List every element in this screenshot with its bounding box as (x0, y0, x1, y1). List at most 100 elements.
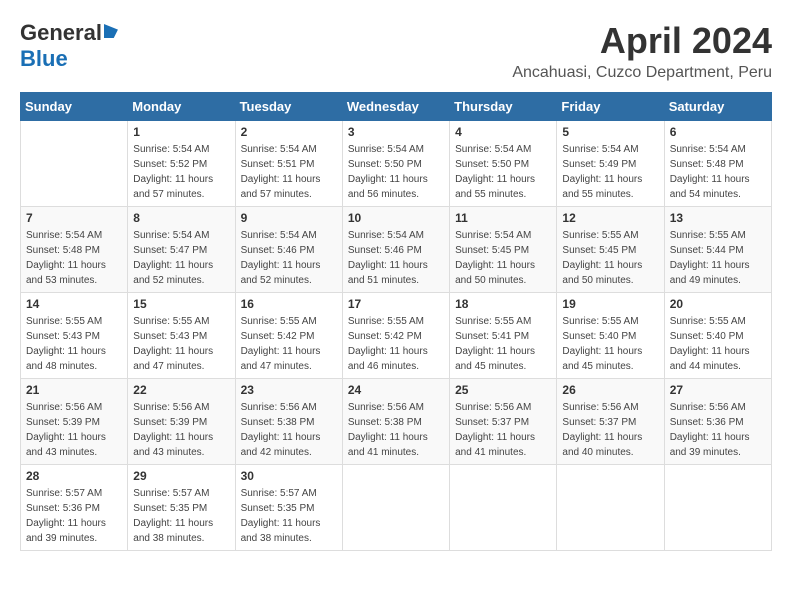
day-info: Sunrise: 5:54 AMSunset: 5:48 PMDaylight:… (26, 228, 122, 288)
calendar-cell: 30Sunrise: 5:57 AMSunset: 5:35 PMDayligh… (235, 465, 342, 551)
location-title: Ancahuasi, Cuzco Department, Peru (512, 64, 772, 82)
weekday-header-row: SundayMondayTuesdayWednesdayThursdayFrid… (21, 93, 772, 121)
day-number: 16 (241, 297, 337, 311)
day-number: 15 (133, 297, 229, 311)
day-number: 6 (670, 125, 766, 139)
calendar-week-row: 1 Sunrise: 5:54 AMSunset: 5:52 PMDaylight… (21, 121, 772, 207)
calendar-cell: 13 Sunrise: 5:55 AMSunset: 5:44 PMDayligh… (664, 207, 771, 293)
calendar-cell (664, 465, 771, 551)
calendar-cell: 26Sunrise: 5:56 AMSunset: 5:37 PMDayligh… (557, 379, 664, 465)
day-number: 18 (455, 297, 551, 311)
day-info: Sunrise: 5:56 AMSunset: 5:37 PMDaylight:… (562, 400, 658, 460)
day-info: Sunrise: 5:55 AMSunset: 5:42 PMDaylight:… (348, 314, 444, 374)
day-number: 29 (133, 469, 229, 483)
logo-general: General (20, 20, 102, 46)
day-number: 2 (241, 125, 337, 139)
day-info: Sunrise: 5:56 AMSunset: 5:39 PMDaylight:… (26, 400, 122, 460)
day-info: Sunrise: 5:55 AMSunset: 5:40 PMDaylight:… (562, 314, 658, 374)
calendar-cell: 8Sunrise: 5:54 AMSunset: 5:47 PMDaylight… (128, 207, 235, 293)
day-number: 14 (26, 297, 122, 311)
weekday-header-friday: Friday (557, 93, 664, 121)
day-info: Sunrise: 5:54 AMSunset: 5:47 PMDaylight:… (133, 228, 229, 288)
day-info: Sunrise: 5:55 AMSunset: 5:41 PMDaylight:… (455, 314, 551, 374)
calendar-cell: 1 Sunrise: 5:54 AMSunset: 5:52 PMDaylight… (128, 121, 235, 207)
calendar-cell: 23Sunrise: 5:56 AMSunset: 5:38 PMDayligh… (235, 379, 342, 465)
weekday-header-monday: Monday (128, 93, 235, 121)
day-number: 3 (348, 125, 444, 139)
calendar-cell: 11 Sunrise: 5:54 AMSunset: 5:45 PMDayligh… (450, 207, 557, 293)
day-number: 9 (241, 211, 337, 225)
day-info: Sunrise: 5:54 AMSunset: 5:48 PMDaylight:… (670, 142, 766, 202)
calendar-cell (557, 465, 664, 551)
calendar-week-row: 14 Sunrise: 5:55 AMSunset: 5:43 PMDayligh… (21, 293, 772, 379)
weekday-header-saturday: Saturday (664, 93, 771, 121)
calendar-cell: 16 Sunrise: 5:55 AMSunset: 5:42 PMDayligh… (235, 293, 342, 379)
day-number: 5 (562, 125, 658, 139)
day-info: Sunrise: 5:54 AMSunset: 5:51 PMDaylight:… (241, 142, 337, 202)
calendar-cell (342, 465, 449, 551)
day-number: 1 (133, 125, 229, 139)
calendar-table: SundayMondayTuesdayWednesdayThursdayFrid… (20, 92, 772, 551)
weekday-header-tuesday: Tuesday (235, 93, 342, 121)
day-number: 13 (670, 211, 766, 225)
header: General Blue April 2024 Ancahuasi, Cuzco… (20, 20, 772, 82)
calendar-cell: 15 Sunrise: 5:55 AMSunset: 5:43 PMDayligh… (128, 293, 235, 379)
day-info: Sunrise: 5:54 AMSunset: 5:46 PMDaylight:… (241, 228, 337, 288)
day-info: Sunrise: 5:54 AMSunset: 5:49 PMDaylight:… (562, 142, 658, 202)
day-number: 10 (348, 211, 444, 225)
calendar-cell (450, 465, 557, 551)
day-info: Sunrise: 5:54 AMSunset: 5:46 PMDaylight:… (348, 228, 444, 288)
day-number: 19 (562, 297, 658, 311)
day-info: Sunrise: 5:56 AMSunset: 5:36 PMDaylight:… (670, 400, 766, 460)
day-info: Sunrise: 5:55 AMSunset: 5:42 PMDaylight:… (241, 314, 337, 374)
day-info: Sunrise: 5:54 AMSunset: 5:45 PMDaylight:… (455, 228, 551, 288)
day-info: Sunrise: 5:56 AMSunset: 5:39 PMDaylight:… (133, 400, 229, 460)
day-info: Sunrise: 5:57 AMSunset: 5:36 PMDaylight:… (26, 486, 122, 546)
calendar-cell: 22 Sunrise: 5:56 AMSunset: 5:39 PMDayligh… (128, 379, 235, 465)
weekday-header-sunday: Sunday (21, 93, 128, 121)
calendar-cell: 6 Sunrise: 5:54 AMSunset: 5:48 PMDaylight… (664, 121, 771, 207)
day-number: 22 (133, 383, 229, 397)
day-number: 7 (26, 211, 122, 225)
calendar-week-row: 21 Sunrise: 5:56 AMSunset: 5:39 PMDayligh… (21, 379, 772, 465)
day-number: 4 (455, 125, 551, 139)
calendar-cell: 9 Sunrise: 5:54 AMSunset: 5:46 PMDaylight… (235, 207, 342, 293)
calendar-cell: 14 Sunrise: 5:55 AMSunset: 5:43 PMDayligh… (21, 293, 128, 379)
calendar-cell: 4 Sunrise: 5:54 AMSunset: 5:50 PMDaylight… (450, 121, 557, 207)
calendar-cell: 19 Sunrise: 5:55 AMSunset: 5:40 PMDayligh… (557, 293, 664, 379)
day-info: Sunrise: 5:54 AMSunset: 5:52 PMDaylight:… (133, 142, 229, 202)
day-number: 21 (26, 383, 122, 397)
day-number: 11 (455, 211, 551, 225)
day-number: 28 (26, 469, 122, 483)
day-info: Sunrise: 5:55 AMSunset: 5:43 PMDaylight:… (26, 314, 122, 374)
day-info: Sunrise: 5:57 AMSunset: 5:35 PMDaylight:… (133, 486, 229, 546)
day-info: Sunrise: 5:56 AMSunset: 5:38 PMDaylight:… (348, 400, 444, 460)
weekday-header-thursday: Thursday (450, 93, 557, 121)
day-number: 23 (241, 383, 337, 397)
day-number: 24 (348, 383, 444, 397)
day-info: Sunrise: 5:57 AMSunset: 5:35 PMDaylight:… (241, 486, 337, 546)
day-number: 12 (562, 211, 658, 225)
calendar-week-row: 28 Sunrise: 5:57 AMSunset: 5:36 PMDayligh… (21, 465, 772, 551)
day-info: Sunrise: 5:54 AMSunset: 5:50 PMDaylight:… (348, 142, 444, 202)
calendar-week-row: 7 Sunrise: 5:54 AMSunset: 5:48 PMDaylight… (21, 207, 772, 293)
day-info: Sunrise: 5:56 AMSunset: 5:37 PMDaylight:… (455, 400, 551, 460)
weekday-header-wednesday: Wednesday (342, 93, 449, 121)
title-section: April 2024 Ancahuasi, Cuzco Department, … (512, 20, 772, 82)
calendar-cell: 7 Sunrise: 5:54 AMSunset: 5:48 PMDaylight… (21, 207, 128, 293)
day-info: Sunrise: 5:55 AMSunset: 5:44 PMDaylight:… (670, 228, 766, 288)
day-info: Sunrise: 5:55 AMSunset: 5:40 PMDaylight:… (670, 314, 766, 374)
day-number: 25 (455, 383, 551, 397)
calendar-cell: 20 Sunrise: 5:55 AMSunset: 5:40 PMDayligh… (664, 293, 771, 379)
calendar-cell: 2 Sunrise: 5:54 AMSunset: 5:51 PMDaylight… (235, 121, 342, 207)
day-info: Sunrise: 5:54 AMSunset: 5:50 PMDaylight:… (455, 142, 551, 202)
month-title: April 2024 (512, 20, 772, 62)
calendar-cell: 18 Sunrise: 5:55 AMSunset: 5:41 PMDayligh… (450, 293, 557, 379)
logo-icon (104, 24, 118, 38)
day-info: Sunrise: 5:55 AMSunset: 5:43 PMDaylight:… (133, 314, 229, 374)
calendar-cell: 5 Sunrise: 5:54 AMSunset: 5:49 PMDaylight… (557, 121, 664, 207)
calendar-cell: 27Sunrise: 5:56 AMSunset: 5:36 PMDayligh… (664, 379, 771, 465)
calendar-cell: 28 Sunrise: 5:57 AMSunset: 5:36 PMDayligh… (21, 465, 128, 551)
calendar-cell: 3 Sunrise: 5:54 AMSunset: 5:50 PMDaylight… (342, 121, 449, 207)
day-number: 20 (670, 297, 766, 311)
